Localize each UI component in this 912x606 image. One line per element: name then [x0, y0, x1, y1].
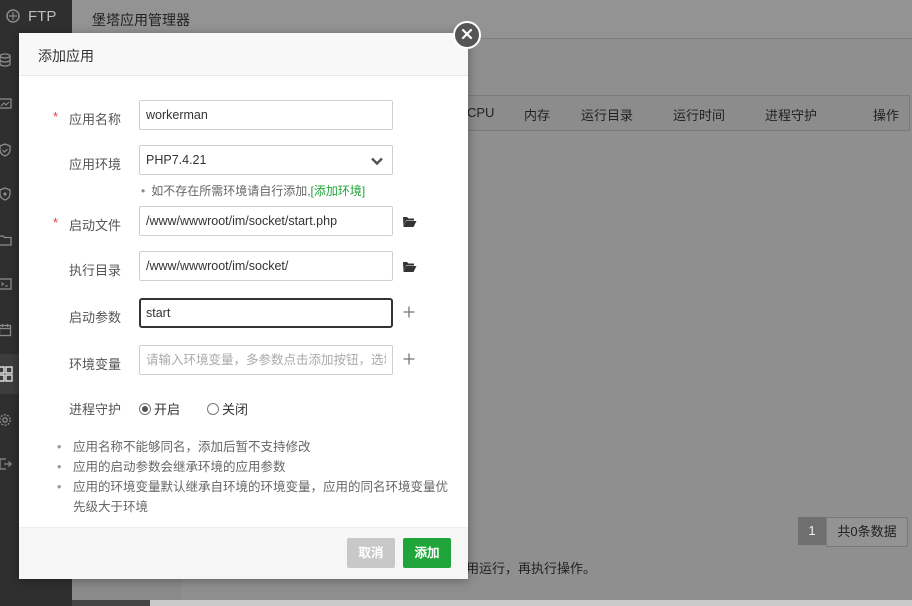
- calendar-icon: [0, 321, 14, 339]
- daemon-on-label: 开启: [154, 402, 181, 417]
- add-app-dialog: 添加应用 * 应用名称 应用环境 PHP7.4.21 • 如不存在所需环境请自行添…: [19, 33, 468, 579]
- app-env-label: 应用环境: [69, 157, 122, 172]
- app-name-input[interactable]: [139, 100, 393, 130]
- column-header-run-dir: 运行目录: [581, 108, 634, 123]
- database-icon: [0, 51, 14, 69]
- footer-tip: 用运行，再执行操作。: [466, 561, 597, 576]
- logout-icon: [0, 455, 14, 473]
- column-header-actions: 操作: [873, 108, 900, 123]
- notes-list: 应用名称不能够同名，添加后暂不支持修改 应用的启动参数会继承环境的应用参数 应用…: [57, 437, 457, 517]
- required-mark: *: [53, 215, 59, 230]
- folder-icon: [0, 231, 14, 249]
- column-header-memory: 内存: [524, 108, 551, 123]
- app-env-selected-value: PHP7.4.21: [146, 153, 207, 167]
- start-args-label: 启动参数: [69, 310, 122, 325]
- sidebar-item-label: FTP: [28, 7, 57, 25]
- close-button[interactable]: [453, 21, 481, 49]
- env-vars-input[interactable]: [139, 345, 393, 375]
- add-button[interactable]: 添加: [403, 538, 451, 568]
- add-env-link[interactable]: [添加环境]: [311, 184, 366, 198]
- pager-total: 共0条数据: [826, 517, 908, 547]
- pager-current-page[interactable]: 1: [798, 517, 826, 545]
- daemon-on-radio[interactable]: 开启: [139, 399, 180, 418]
- column-header-daemon: 进程守护: [765, 108, 818, 123]
- column-header-cpu: CPU: [467, 105, 495, 120]
- cancel-button[interactable]: 取消: [347, 538, 395, 568]
- close-icon: [461, 28, 473, 43]
- start-file-input[interactable]: [139, 206, 393, 236]
- bottom-strip-left: [72, 600, 150, 606]
- radio-unchecked-icon: [207, 402, 219, 415]
- daemon-off-label: 关闭: [222, 402, 249, 417]
- window-title: 堡塔应用管理器: [92, 12, 190, 28]
- start-args-input[interactable]: [139, 298, 393, 328]
- bullet-icon: •: [141, 184, 146, 198]
- bottom-strip: [150, 600, 912, 606]
- plus-icon[interactable]: [400, 350, 418, 368]
- env-hint-text: 如不存在所需环境请自行添加,: [151, 184, 311, 198]
- dialog-title: 添加应用: [38, 48, 94, 64]
- note-item: 应用的环境变量默认继承自环境的环境变量，应用的同名环境变量优先级大于环境: [57, 477, 457, 517]
- plus-icon[interactable]: [400, 303, 418, 321]
- security-shield-icon: [0, 185, 14, 203]
- required-mark: *: [53, 109, 59, 124]
- chevron-down-icon: [370, 154, 384, 168]
- apps-grid-icon: [0, 365, 14, 383]
- column-header-run-time: 运行时间: [673, 108, 726, 123]
- daemon-off-radio[interactable]: 关闭: [207, 399, 248, 418]
- gear-icon: [0, 411, 14, 429]
- app-name-label: 应用名称: [69, 112, 122, 127]
- dialog-header: 添加应用: [19, 33, 468, 76]
- start-file-label: 启动文件: [69, 218, 122, 233]
- note-item: 应用的启动参数会继承环境的应用参数: [57, 457, 457, 477]
- env-vars-label: 环境变量: [69, 357, 122, 372]
- folder-open-icon[interactable]: [400, 257, 418, 275]
- exec-dir-input[interactable]: [139, 251, 393, 281]
- ftp-icon: [4, 7, 22, 25]
- table-header: CPU 内存 运行目录 运行时间 进程守护 操作: [462, 95, 910, 131]
- env-hint: • 如不存在所需环境请自行添加,[添加环境]: [141, 182, 365, 199]
- daemon-label: 进程守护: [69, 402, 122, 417]
- dialog-footer: 取消 添加: [19, 527, 468, 579]
- exec-dir-label: 执行目录: [69, 263, 122, 278]
- note-item: 应用名称不能够同名，添加后暂不支持修改: [57, 437, 457, 457]
- app-env-select[interactable]: PHP7.4.21: [139, 145, 393, 175]
- radio-checked-icon: [139, 402, 151, 415]
- shield-icon: [0, 141, 14, 159]
- terminal-icon: [0, 275, 14, 293]
- sidebar-item-ftp[interactable]: FTP: [0, 0, 72, 36]
- monitor-icon: [0, 95, 14, 113]
- folder-open-icon[interactable]: [400, 212, 418, 230]
